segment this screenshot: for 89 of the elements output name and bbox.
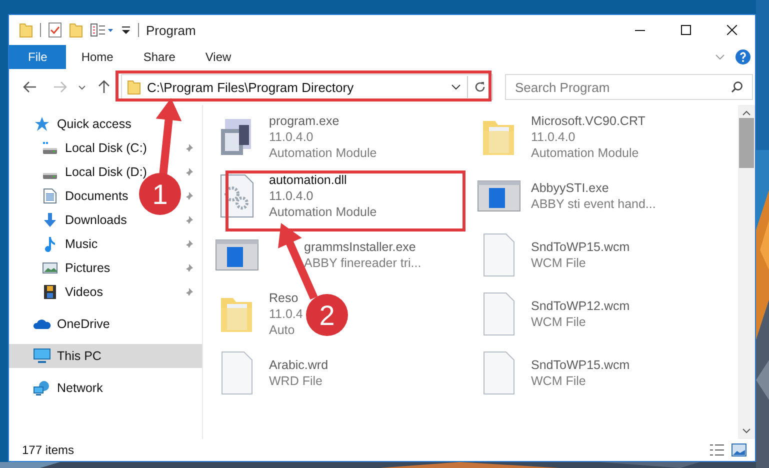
up-arrow-icon[interactable] [98, 80, 110, 94]
file-name[interactable]: SndToWP12.wcm [531, 298, 630, 314]
file-detail: WRD File [269, 372, 322, 388]
file-detail: WCM File [531, 372, 586, 388]
file-detail: 11.0.4.0 [269, 188, 314, 204]
file-detail: Automation Module [531, 144, 639, 160]
file-name[interactable]: SndToWP15.wcm [531, 238, 630, 254]
file-detail: ABBY finereader tri... [304, 254, 422, 270]
nav-item[interactable]: Quick access [33, 116, 132, 132]
close-icon [727, 25, 737, 35]
scroll-up-icon[interactable] [742, 110, 751, 116]
file-detail: Automation Module [269, 144, 377, 160]
nav-item[interactable]: Local Disk (D:) [41, 165, 147, 179]
step-badge: 2 [306, 294, 348, 336]
gears-file-icon [219, 174, 255, 218]
back-arrow-icon[interactable] [23, 81, 37, 93]
file-name[interactable]: Arabic.wrd [269, 356, 328, 372]
installer-icon [477, 180, 521, 212]
pin-icon[interactable] [184, 143, 194, 153]
ribbon-tab[interactable]: View [190, 45, 246, 69]
details-view-icon[interactable] [709, 443, 725, 457]
file-detail: Automation Module [269, 204, 377, 220]
drive-icon [42, 141, 58, 155]
refresh-icon[interactable] [474, 81, 486, 93]
file-detail: 11.0.4.0 [269, 128, 314, 144]
pin-icon[interactable] [184, 239, 194, 249]
maximize-icon [681, 25, 691, 35]
drive-icon [42, 172, 58, 178]
star-icon [34, 116, 50, 132]
file-detail: 11.0.4 [269, 306, 303, 322]
large-icons-view-icon[interactable] [731, 443, 747, 457]
document-icon [482, 292, 516, 336]
chevron-down-icon[interactable] [451, 84, 461, 90]
pin-icon[interactable] [184, 287, 194, 297]
download-icon [42, 212, 58, 228]
ribbon-tab[interactable]: File [9, 45, 66, 69]
film-icon [43, 284, 57, 300]
file-name[interactable]: SndToWP15.wcm [531, 356, 630, 372]
nav-item[interactable]: Pictures [41, 261, 110, 275]
scrollbar[interactable] [738, 105, 755, 439]
music-note-icon [44, 236, 56, 252]
nav-item[interactable]: OneDrive [33, 317, 110, 331]
file-name[interactable]: Reso [269, 290, 298, 306]
nav-item[interactable]: Music [41, 236, 98, 252]
file-detail: WCM File [531, 314, 586, 330]
pin-icon[interactable] [184, 167, 194, 177]
file-detail: Auto [269, 322, 295, 338]
search-field[interactable]: Search Program [505, 74, 753, 100]
scroll-thumb[interactable] [739, 118, 754, 168]
ribbon-tab[interactable]: Home [66, 45, 128, 69]
item-count: 177 items [22, 443, 74, 457]
pin-icon[interactable] [184, 263, 194, 273]
nav-item[interactable]: This PC [33, 348, 102, 364]
nav-item[interactable]: Downloads [41, 212, 127, 228]
cloud-icon [33, 318, 51, 330]
checklist-icon[interactable] [48, 22, 62, 38]
nav-item[interactable]: Videos [41, 284, 103, 300]
computer-icon [33, 348, 51, 364]
file-name[interactable]: grammsInstaller.exe [304, 238, 416, 254]
installer-icon [215, 238, 259, 270]
help-icon[interactable] [735, 49, 751, 65]
document-icon [43, 188, 57, 204]
document-icon [482, 350, 516, 394]
ribbon-tab[interactable]: Share [128, 45, 190, 69]
address-bar[interactable]: C:\Program Files\Program Directory [121, 74, 493, 100]
document-icon [482, 232, 516, 276]
dropdown-arrow-icon[interactable] [121, 24, 131, 36]
nav-item[interactable]: Documents [41, 188, 128, 204]
nav-item[interactable]: Network [33, 380, 103, 396]
scroll-down-icon[interactable] [742, 428, 751, 434]
picture-icon [42, 261, 58, 275]
search-icon[interactable] [731, 81, 743, 93]
chevron-down-icon[interactable] [78, 84, 86, 90]
file-detail: ABBY sti event hand... [531, 196, 656, 212]
file-name[interactable]: AbbyySTI.exe [531, 180, 609, 196]
file-name[interactable]: Microsoft.VC90.CRT [531, 112, 646, 128]
properties-icon[interactable] [90, 23, 114, 37]
file-name[interactable]: automation.dll [269, 172, 347, 188]
folder-icon [19, 22, 33, 38]
pin-icon[interactable] [184, 191, 194, 201]
window-title: Program [146, 22, 196, 38]
file-detail: 11.0.4.0 [531, 128, 576, 144]
nav-item[interactable]: Local Disk (C:) [41, 141, 147, 155]
document-icon [220, 350, 254, 394]
network-icon [33, 380, 51, 396]
file-detail: WCM File [531, 254, 586, 270]
pin-icon[interactable] [184, 215, 194, 225]
folder-icon [127, 79, 141, 95]
file-name[interactable]: program.exe [269, 112, 340, 128]
